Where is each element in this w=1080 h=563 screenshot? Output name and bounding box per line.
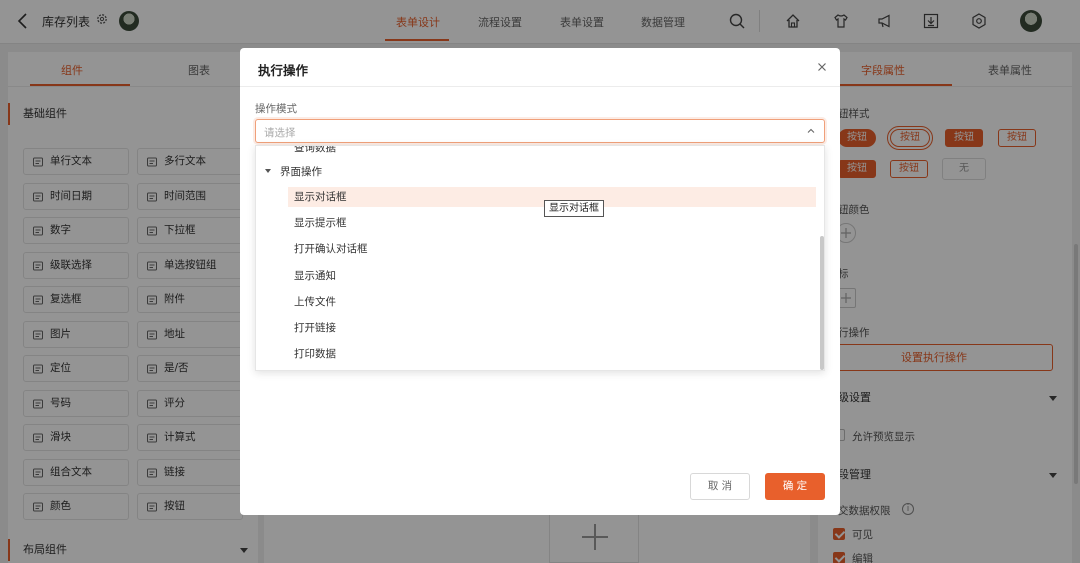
chevron-up-icon[interactable]: [806, 126, 816, 136]
dropdown-item-query-data[interactable]: 查询数据: [294, 146, 336, 155]
dropdown-item[interactable]: 打印数据: [288, 344, 816, 364]
select-placeholder: 请选择: [264, 127, 296, 139]
cancel-button[interactable]: 取 消: [690, 473, 750, 500]
operation-mode-dropdown: 查询数据 界面操作 显示对话框 显示提示框 打开确认对话框 显示通知 上传文件 打开链接打…: [255, 145, 825, 371]
caret-down-icon[interactable]: [265, 169, 271, 173]
operation-mode-select[interactable]: 请选择: [255, 119, 825, 143]
close-icon[interactable]: [815, 60, 829, 74]
dropdown-scrollbar[interactable]: [820, 236, 824, 370]
dialog-title: 执行操作: [258, 63, 309, 78]
exec-action-dialog: 执行操作 操作模式 请选择 查询数据 界面操作 显示对话框 显示提示框 打开确认对话…: [240, 48, 840, 515]
dropdown-group-ui-operations[interactable]: 界面操作: [280, 164, 322, 179]
tooltip: 显示对话框: [544, 200, 604, 217]
divider: [240, 86, 840, 87]
dropdown-item[interactable]: 打开链接: [288, 318, 816, 338]
dropdown-item[interactable]: 显示通知: [288, 266, 816, 286]
dropdown-item[interactable]: 打开确认对话框: [288, 239, 816, 259]
operation-mode-label: 操作模式: [255, 103, 297, 115]
confirm-button[interactable]: 确 定: [765, 473, 825, 500]
dropdown-item[interactable]: 上传文件: [288, 292, 816, 312]
